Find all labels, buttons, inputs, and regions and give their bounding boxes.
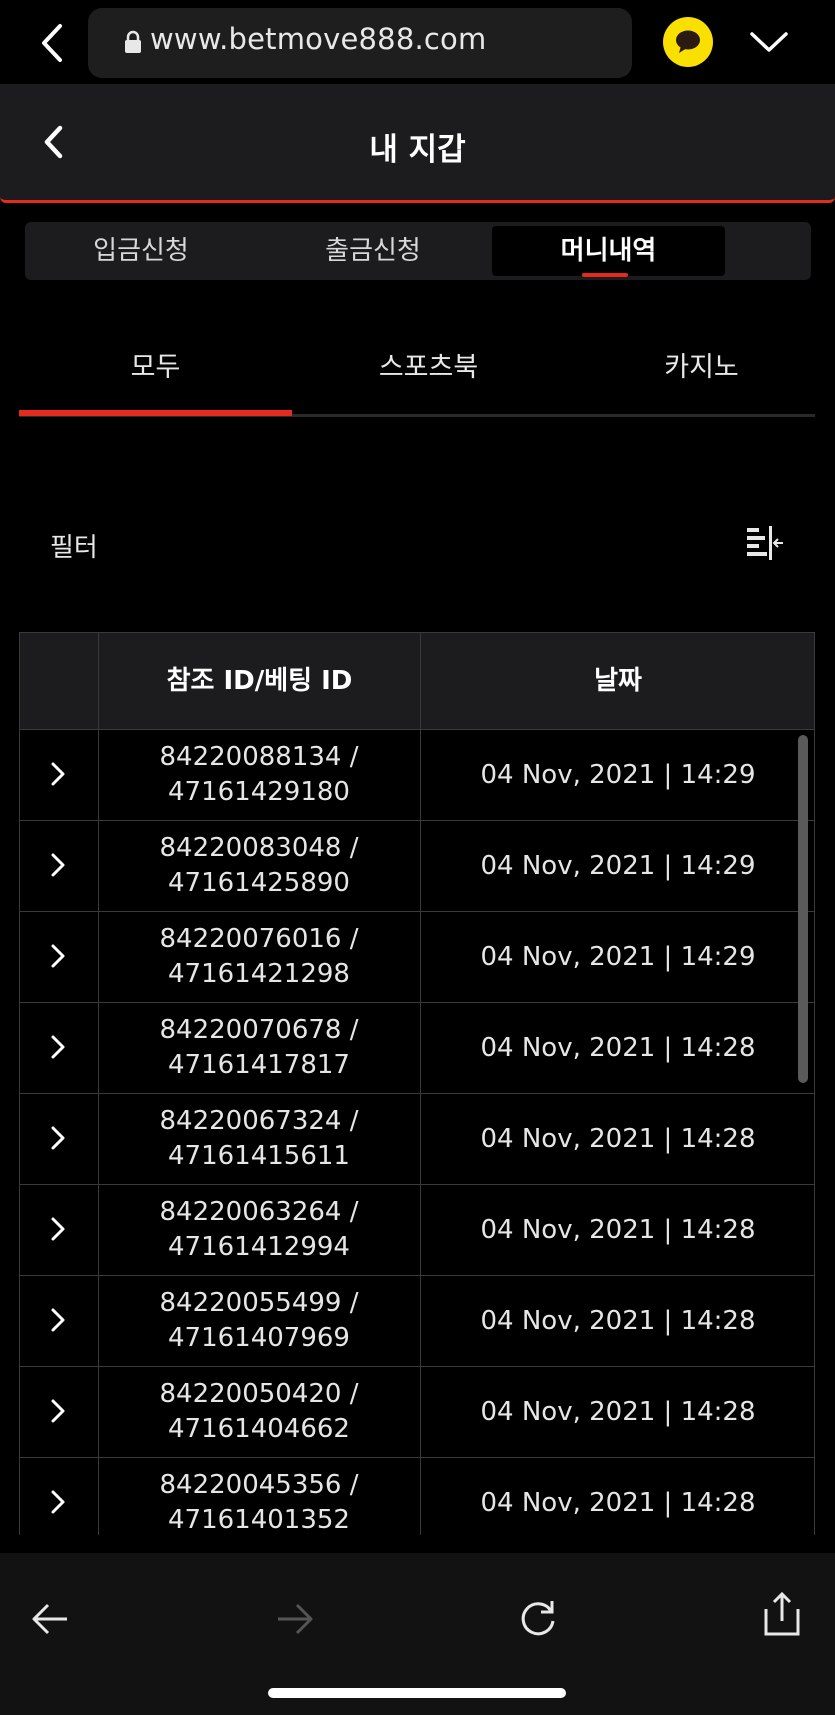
table-row[interactable]: 84220067324 / 47161415611 04 Nov, 2021 | 1… — [19, 1094, 815, 1185]
ref-bet-id: 84220076016 / 47161421298 — [98, 922, 420, 992]
row-date: 04 Nov, 2021 | 14:28 — [480, 1488, 756, 1518]
ref-id: 84220088134 / — [159, 742, 359, 772]
tab-withdraw-request[interactable]: 출금신청 — [257, 222, 489, 280]
ref-id: 84220076016 / — [159, 924, 359, 954]
ref-id: 84220083048 / — [159, 833, 359, 863]
row-date: 04 Nov, 2021 | 14:29 — [480, 942, 756, 972]
ref-id: 84220050420 / — [159, 1379, 359, 1409]
expand-chevron-icon[interactable] — [50, 1397, 66, 1425]
subtab-casino[interactable]: 카지노 — [565, 345, 835, 384]
ref-id: 84220045356 / — [159, 1470, 359, 1500]
reload-icon[interactable] — [517, 1597, 559, 1639]
lock-icon — [125, 30, 141, 53]
row-date: 04 Nov, 2021 | 14:29 — [480, 851, 756, 881]
kakao-chat-icon[interactable] — [663, 17, 713, 67]
filter-collapse-icon[interactable] — [745, 525, 785, 561]
bet-id: 47161401352 — [168, 1505, 350, 1535]
table-body: 84220088134 / 47161429180 04 Nov, 2021 | 1… — [19, 730, 815, 1535]
ref-id: 84220055499 / — [159, 1288, 359, 1318]
ref-id: 84220070678 / — [159, 1015, 359, 1045]
ref-bet-id: 84220050420 / 47161404662 — [98, 1377, 420, 1447]
table-row[interactable]: 84220088134 / 47161429180 04 Nov, 2021 | 1… — [19, 730, 815, 821]
row-date: 04 Nov, 2021 | 14:28 — [480, 1215, 756, 1245]
home-indicator — [268, 1688, 566, 1698]
ref-id: 84220067324 / — [159, 1106, 359, 1136]
chevron-down-icon[interactable] — [748, 28, 790, 56]
row-date: 04 Nov, 2021 | 14:28 — [480, 1397, 756, 1427]
bet-id: 47161425890 — [168, 868, 350, 898]
table-row[interactable]: 84220063264 / 47161412994 04 Nov, 2021 | 1… — [19, 1185, 815, 1276]
subtab-active-indicator — [19, 410, 292, 416]
row-date: 04 Nov, 2021 | 14:28 — [480, 1033, 756, 1063]
ref-bet-id: 84220063264 / 47161412994 — [98, 1195, 420, 1265]
ref-id: 84220063264 / — [159, 1197, 359, 1227]
column-header-date: 날짜 — [594, 666, 642, 696]
expand-chevron-icon[interactable] — [50, 1306, 66, 1334]
column-header-expand — [20, 633, 98, 729]
column-header-ref-id: 참조 ID/베팅 ID — [166, 666, 353, 696]
subtab-all[interactable]: 모두 — [19, 345, 292, 384]
page-title: 내 지갑 — [369, 132, 466, 168]
table-row[interactable]: 84220070678 / 47161417817 04 Nov, 2021 | 1… — [19, 1003, 815, 1094]
bet-id: 47161404662 — [168, 1414, 350, 1444]
bet-id: 47161412994 — [168, 1232, 350, 1262]
active-tab-indicator — [582, 273, 628, 277]
ref-bet-id: 84220070678 / 47161417817 — [98, 1013, 420, 1083]
bet-id: 47161421298 — [168, 959, 350, 989]
row-date: 04 Nov, 2021 | 14:28 — [480, 1306, 756, 1336]
ref-bet-id: 84220055499 / 47161407969 — [98, 1286, 420, 1356]
ref-bet-id: 84220045356 / 47161401352 — [98, 1468, 420, 1535]
expand-chevron-icon[interactable] — [50, 942, 66, 970]
expand-chevron-icon[interactable] — [50, 1124, 66, 1152]
tab-money-history[interactable]: 머니내역 — [492, 226, 725, 276]
table-header: 참조 ID/베팅 ID 날짜 — [19, 632, 815, 730]
share-icon[interactable] — [762, 1591, 802, 1637]
bet-id: 47161417817 — [168, 1050, 350, 1080]
filter-label[interactable]: 필터 — [50, 527, 98, 564]
ref-bet-id: 84220067324 / 47161415611 — [98, 1104, 420, 1174]
subtab-sportsbook[interactable]: 스포츠북 — [292, 345, 565, 384]
bet-id: 47161407969 — [168, 1323, 350, 1353]
table-row[interactable]: 84220055499 / 47161407969 04 Nov, 2021 | 1… — [19, 1276, 815, 1367]
browser-back-arrow-icon[interactable] — [30, 1601, 70, 1637]
table-row[interactable]: 84220083048 / 47161425890 04 Nov, 2021 | 1… — [19, 821, 815, 912]
expand-chevron-icon[interactable] — [50, 1488, 66, 1516]
bet-id: 47161429180 — [168, 777, 350, 807]
row-date: 04 Nov, 2021 | 14:29 — [480, 760, 756, 790]
bet-id: 47161415611 — [168, 1141, 350, 1171]
wallet-segment-tabs: 입금신청 출금신청 머니내역 — [25, 222, 811, 280]
table-scrollbar[interactable] — [798, 735, 808, 1083]
row-date: 04 Nov, 2021 | 14:28 — [480, 1124, 756, 1154]
expand-chevron-icon[interactable] — [50, 1215, 66, 1243]
expand-chevron-icon[interactable] — [50, 760, 66, 788]
browser-forward-arrow-icon[interactable] — [275, 1601, 315, 1637]
ref-bet-id: 84220083048 / 47161425890 — [98, 831, 420, 901]
expand-chevron-icon[interactable] — [50, 851, 66, 879]
browser-back-icon[interactable] — [34, 20, 70, 66]
tab-deposit-request[interactable]: 입금신청 — [25, 222, 257, 280]
expand-chevron-icon[interactable] — [50, 1033, 66, 1061]
url-text[interactable]: www.betmove888.com — [150, 22, 486, 56]
ref-bet-id: 84220088134 / 47161429180 — [98, 740, 420, 810]
table-row[interactable]: 84220050420 / 47161404662 04 Nov, 2021 | 1… — [19, 1367, 815, 1458]
table-row[interactable]: 84220045356 / 47161401352 04 Nov, 2021 | 1… — [19, 1458, 815, 1535]
table-row[interactable]: 84220076016 / 47161421298 04 Nov, 2021 | 1… — [19, 912, 815, 1003]
